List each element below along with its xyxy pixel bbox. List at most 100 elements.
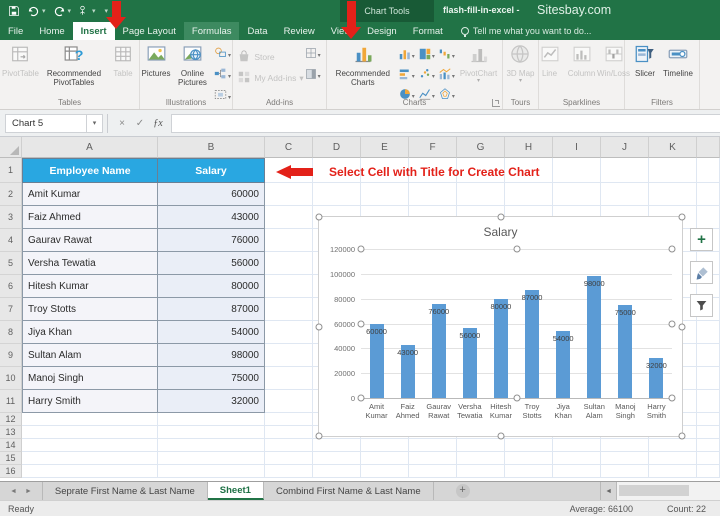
bar-gaurav-rawat[interactable] [432,304,446,398]
cell[interactable]: Versha Tewatia [22,252,158,275]
column-chart-button[interactable]: ▾ [399,47,415,65]
cell[interactable]: 76000 [158,229,265,252]
undo-button[interactable]: ▾ [27,5,46,18]
timeline-button[interactable]: Timeline [661,43,695,79]
row-header-14[interactable]: 14 [0,439,22,452]
cell[interactable]: Hitesh Kumar [22,275,158,298]
3d-map-button[interactable]: 3D Map▾ [504,43,536,85]
cell[interactable] [601,465,649,478]
tab-home[interactable]: Home [31,22,72,40]
cell[interactable] [697,439,720,452]
cell[interactable] [649,439,697,452]
plot-selection-handle[interactable] [358,246,365,253]
my-add-ins-button[interactable]: My Add-ins ▾ [237,70,303,86]
cell[interactable] [265,252,313,275]
cell[interactable] [265,206,313,229]
new-sheet-button[interactable]: + [456,484,470,498]
cell[interactable] [553,439,601,452]
row-header-7[interactable]: 7 [0,298,22,321]
combo-chart-button[interactable]: ▾ [439,67,455,85]
horizontal-scrollbar[interactable] [616,482,720,500]
cell[interactable]: 87000 [158,298,265,321]
plot-selection-handle[interactable] [513,246,520,253]
cell[interactable] [649,452,697,465]
pivottable-button[interactable]: PivotTable [0,43,41,79]
bar-hitesh-kumar[interactable] [494,299,508,398]
cell[interactable] [697,158,720,183]
addin-panel-button[interactable]: ▾ [305,67,321,85]
cell[interactable]: 80000 [158,275,265,298]
touch-mode-dropdown-icon[interactable]: ▾ [92,7,96,15]
name-box-dropdown-icon[interactable]: ▾ [87,114,103,133]
column-header-g[interactable]: G [457,137,505,158]
column-header-h[interactable]: H [505,137,553,158]
cell[interactable] [409,439,457,452]
plot-selection-handle[interactable] [513,395,520,402]
cell[interactable] [313,183,361,206]
plot-selection-handle[interactable] [669,395,676,402]
redo-button[interactable]: ▾ [53,5,72,18]
tab-review[interactable]: Review [276,22,323,40]
cell[interactable] [697,183,720,206]
row-header-3[interactable]: 3 [0,206,22,229]
cell[interactable] [505,452,553,465]
cell[interactable]: 43000 [158,206,265,229]
cell[interactable] [22,465,158,478]
cell[interactable]: 56000 [158,252,265,275]
plot-selection-handle[interactable] [358,320,365,327]
tab-formulas[interactable]: Formulas [184,22,240,40]
cell[interactable] [553,465,601,478]
cell[interactable] [601,439,649,452]
cancel-button[interactable]: × [113,118,131,129]
cell[interactable] [265,183,313,206]
cell[interactable] [158,413,265,426]
cell[interactable] [697,413,720,426]
name-box[interactable]: Chart 5 [5,114,87,133]
row-header-12[interactable]: 12 [0,413,22,426]
column-header-k[interactable]: K [649,137,697,158]
cell[interactable]: Harry Smith [22,390,158,413]
store-button[interactable]: Store [237,49,303,65]
cell[interactable]: Amit Kumar [22,183,158,206]
pivotchart-button[interactable]: PivotChart▾ [458,43,499,85]
cell[interactable] [601,452,649,465]
undo-dropdown-icon[interactable]: ▾ [42,7,46,15]
insert-function-button[interactable]: ƒx [149,118,167,129]
addin-grid-button[interactable]: ▾ [305,46,321,64]
chart-selection-handle[interactable] [679,433,686,440]
plot-selection-handle[interactable] [358,395,365,402]
touch-mode-button[interactable]: ▾ [78,5,96,17]
cell[interactable]: 98000 [158,344,265,367]
bar-troy-stotts[interactable] [525,290,539,398]
chart-styles-button[interactable] [690,261,713,284]
hscroll-left-icon[interactable]: ◄ [600,482,616,500]
cell[interactable]: 75000 [158,367,265,390]
sheet-tab-combind-first-name-last-name[interactable]: Combind First Name & Last Name [264,482,434,500]
cell[interactable] [158,439,265,452]
row-header-8[interactable]: 8 [0,321,22,344]
cell[interactable] [361,452,409,465]
cell[interactable] [457,439,505,452]
cell[interactable] [697,344,720,367]
column-header-i[interactable]: I [553,137,601,158]
row-header-6[interactable]: 6 [0,275,22,298]
sheet-nav-prev-icon[interactable]: ◄ [10,488,17,495]
sheet-nav-next-icon[interactable]: ► [25,488,32,495]
cell[interactable] [457,452,505,465]
row-header-4[interactable]: 4 [0,229,22,252]
save-icon[interactable] [8,5,20,17]
column-header-a[interactable]: A [22,137,158,158]
cell[interactable]: Sultan Alam [22,344,158,367]
cell[interactable] [22,452,158,465]
line-button[interactable]: Line [534,43,566,79]
shapes-button[interactable]: ▾ [214,46,231,64]
recommended-charts-button[interactable]: Recommended Charts [330,43,396,88]
cell[interactable] [697,426,720,439]
cell[interactable] [601,183,649,206]
cell[interactable] [361,183,409,206]
cell[interactable] [409,465,457,478]
cell[interactable] [649,183,697,206]
row-header-13[interactable]: 13 [0,426,22,439]
tell-me-box[interactable]: Tell me what you want to do... [461,22,592,40]
cell[interactable] [265,413,313,426]
